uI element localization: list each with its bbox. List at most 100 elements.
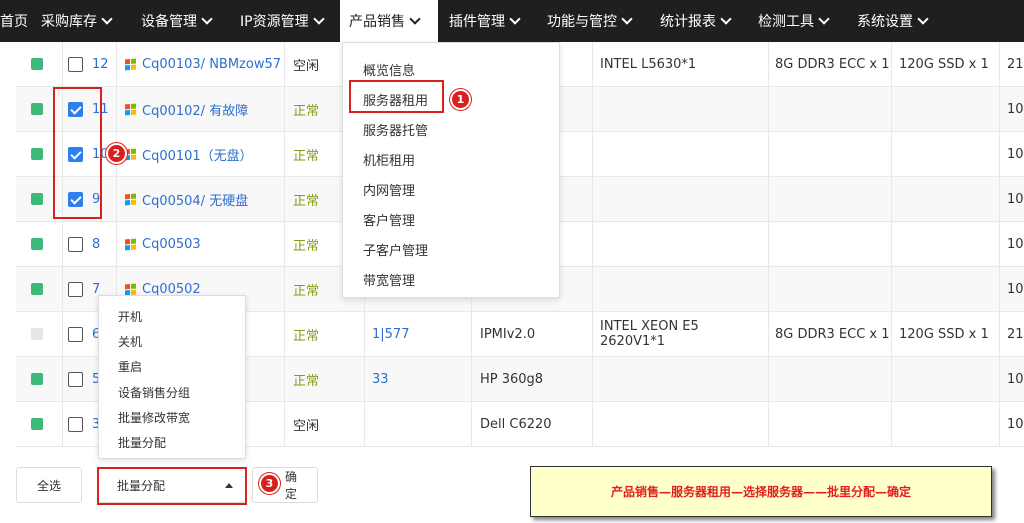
nav-item-purchase[interactable]: 采购库存 bbox=[41, 0, 113, 42]
column-divider bbox=[768, 402, 769, 447]
row-checkbox[interactable] bbox=[68, 371, 83, 387]
column-divider bbox=[364, 402, 365, 447]
windows-icon bbox=[124, 193, 136, 206]
windows-icon bbox=[124, 238, 136, 251]
batch-action-popup: 开机 关机 重启 设备销售分组 批量修改带宽 批量分配 bbox=[98, 295, 246, 459]
memory-spec: 8G DDR3 ECC x 1 bbox=[775, 326, 890, 342]
nav-item-sales[interactable]: 产品销售 bbox=[340, 0, 438, 42]
server-name[interactable]: Cq00103/ NBMzow57 bbox=[142, 57, 281, 72]
action-batch-assign[interactable]: 批量分配 bbox=[118, 434, 166, 451]
column-divider bbox=[592, 402, 593, 447]
column-divider bbox=[62, 42, 63, 87]
action-power-on[interactable]: 开机 bbox=[118, 308, 142, 325]
server-name-cell[interactable]: Cq00503 bbox=[124, 222, 284, 266]
column-divider bbox=[116, 42, 117, 87]
row-id[interactable]: 12 bbox=[92, 42, 114, 86]
online-status-dot bbox=[31, 58, 43, 70]
ip-count[interactable] bbox=[372, 402, 462, 446]
server-name-cell[interactable]: Cq00504/ 无硬盘 bbox=[124, 177, 284, 221]
action-sales-group[interactable]: 设备销售分组 bbox=[118, 384, 190, 401]
column-divider bbox=[592, 132, 593, 177]
nav-item-home[interactable]: 首页 bbox=[0, 0, 28, 42]
row-checkbox[interactable] bbox=[68, 416, 83, 432]
cpu-spec bbox=[600, 357, 765, 401]
server-name-cell[interactable]: Cq00103/ NBMzow57 bbox=[124, 42, 284, 86]
status-indicator-cell bbox=[31, 312, 45, 356]
cpu-spec: INTEL L5630*1 bbox=[600, 56, 697, 72]
server-name-cell[interactable]: Cq00102/ 有故障 bbox=[124, 87, 284, 131]
memory-spec bbox=[775, 267, 891, 311]
menu-item-customers[interactable]: 客户管理 bbox=[363, 210, 415, 229]
menu-item-server-hosting[interactable]: 服务器托管 bbox=[363, 120, 428, 139]
online-status-dot bbox=[31, 103, 43, 115]
menu-item-intranet[interactable]: 内网管理 bbox=[363, 180, 415, 199]
select-all-button[interactable]: 全选 bbox=[16, 467, 82, 503]
status-text: 空闲 bbox=[293, 418, 320, 434]
column-divider bbox=[768, 312, 769, 357]
menu-item-sub-customers[interactable]: 子客户管理 bbox=[363, 240, 428, 259]
row-checkbox[interactable] bbox=[68, 236, 83, 252]
nav-item-devices[interactable]: 设备管理 bbox=[141, 0, 213, 42]
nav-item-functions[interactable]: 功能与管控 bbox=[547, 0, 633, 42]
column-divider bbox=[62, 357, 63, 402]
windows-icon bbox=[124, 283, 136, 296]
column-divider bbox=[891, 312, 892, 357]
ip-count[interactable]: 33 bbox=[372, 357, 462, 401]
column-divider bbox=[891, 222, 892, 267]
annotation-box-batch-select bbox=[97, 467, 247, 505]
column-divider bbox=[592, 87, 593, 132]
nav-label: 设备管理 bbox=[141, 14, 197, 30]
online-status-dot bbox=[31, 238, 43, 250]
row-checkbox[interactable] bbox=[68, 56, 83, 72]
nav-item-plugins[interactable]: 插件管理 bbox=[449, 0, 521, 42]
nav-item-tools[interactable]: 检测工具 bbox=[758, 0, 830, 42]
memory-spec bbox=[775, 357, 891, 401]
ip-address: 219. bbox=[1007, 326, 1024, 342]
menu-item-rack-rental[interactable]: 机柜租用 bbox=[363, 150, 415, 169]
row-checkbox-cell bbox=[68, 222, 84, 266]
row-checkbox[interactable] bbox=[68, 326, 83, 342]
chevron-down-icon bbox=[621, 13, 633, 25]
column-divider bbox=[364, 312, 365, 357]
nav-label: 检测工具 bbox=[758, 14, 814, 30]
annotation-badge-2: 2 bbox=[108, 145, 125, 162]
chevron-down-icon bbox=[720, 13, 732, 25]
column-divider bbox=[284, 222, 285, 267]
ip-count[interactable]: 1|577 bbox=[372, 312, 462, 356]
nav-item-reports[interactable]: 统计报表 bbox=[660, 0, 732, 42]
action-reboot[interactable]: 重启 bbox=[118, 358, 142, 375]
column-divider bbox=[471, 357, 472, 402]
online-status-dot bbox=[31, 193, 43, 205]
memory-spec bbox=[775, 402, 891, 446]
menu-item-overview[interactable]: 概览信息 bbox=[363, 60, 415, 79]
memory-spec bbox=[775, 87, 891, 131]
cpu-spec bbox=[600, 402, 765, 446]
action-batch-bandwidth[interactable]: 批量修改带宽 bbox=[118, 409, 190, 426]
server-name[interactable]: Cq00101（无盘） bbox=[142, 145, 253, 164]
row-checkbox[interactable] bbox=[68, 281, 83, 297]
server-name[interactable]: Cq00102/ 有故障 bbox=[142, 100, 248, 119]
nav-label: 统计报表 bbox=[660, 14, 716, 30]
column-divider bbox=[768, 267, 769, 312]
memory-spec bbox=[775, 177, 891, 221]
ip-address: 10.1 bbox=[1007, 236, 1024, 252]
server-name-cell[interactable]: Cq00101（无盘） bbox=[124, 132, 284, 176]
status-indicator-cell bbox=[31, 402, 45, 446]
nav-item-settings[interactable]: 系统设置 bbox=[857, 0, 929, 42]
chevron-down-icon bbox=[409, 13, 421, 25]
row-id[interactable]: 8 bbox=[92, 222, 114, 266]
status-text: 正常 bbox=[293, 328, 320, 344]
online-status-dot bbox=[31, 328, 43, 340]
nav-label: 插件管理 bbox=[449, 14, 505, 30]
column-divider bbox=[768, 177, 769, 222]
cpu-spec bbox=[600, 132, 765, 176]
action-power-off[interactable]: 关机 bbox=[118, 333, 142, 350]
annotation-box-checkboxes bbox=[53, 87, 102, 219]
ip-address: 10.1 bbox=[1007, 416, 1024, 432]
chevron-down-icon bbox=[312, 13, 325, 25]
menu-item-bandwidth[interactable]: 带宽管理 bbox=[363, 270, 415, 289]
server-name[interactable]: Cq00504/ 无硬盘 bbox=[142, 190, 248, 209]
server-name[interactable]: Cq00503 bbox=[142, 237, 201, 252]
nav-item-ip[interactable]: IP资源管理 bbox=[240, 0, 325, 42]
online-status-dot bbox=[31, 283, 43, 295]
